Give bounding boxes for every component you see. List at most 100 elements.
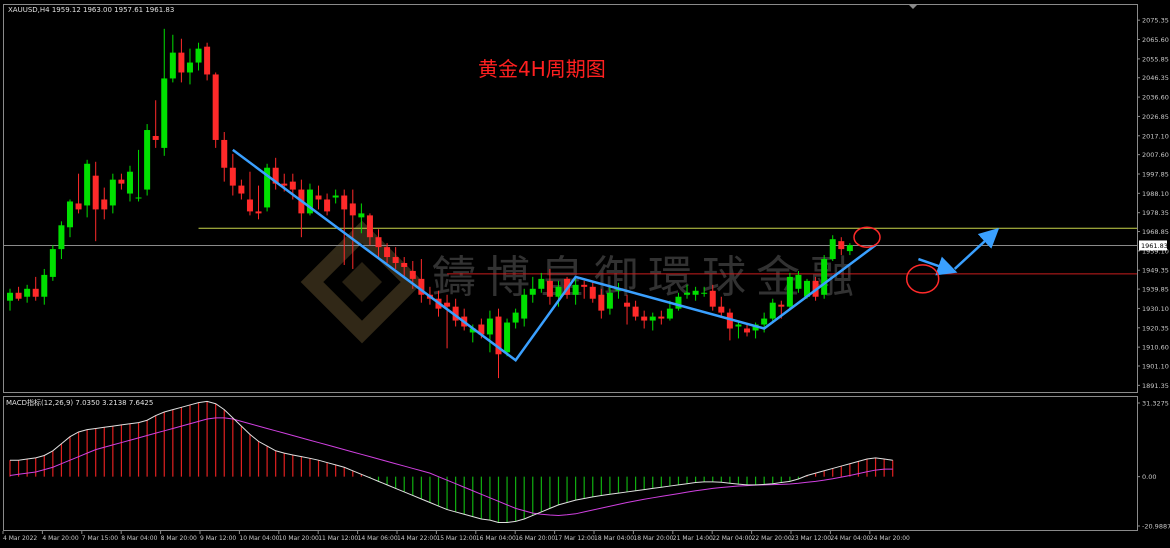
symbol-info: XAUUSD,H4 1959.12 1963.00 1957.61 1961.8… xyxy=(8,6,174,14)
candle-body xyxy=(709,290,716,307)
candle-body xyxy=(315,195,322,200)
candle-body xyxy=(144,130,151,190)
time-tick-label: 8 Mar 04:00 xyxy=(121,535,157,542)
candle-body xyxy=(444,302,451,307)
candle-body xyxy=(169,52,176,79)
candle-body xyxy=(255,211,262,214)
time-tick-label: 10 Mar 04:00 xyxy=(239,535,279,542)
macd-tick-label: -20.9887 xyxy=(1142,523,1170,531)
price-tick-label: 1978.35 xyxy=(1142,209,1169,217)
candle-body xyxy=(58,225,65,250)
candle-body xyxy=(204,46,211,75)
candle-body xyxy=(786,276,793,307)
candle-body xyxy=(118,179,125,184)
candle-body xyxy=(838,241,845,250)
candle-body xyxy=(221,139,228,168)
price-tick-label: 1997.85 xyxy=(1142,170,1169,178)
price-chart-svg[interactable]: 鑄博皇御環球金融 2075.352065.602055.852046.35203… xyxy=(0,0,1170,544)
macd-tick-label: 0.00 xyxy=(1142,473,1156,481)
time-tick-label: 24 Mar 04:00 xyxy=(830,535,870,542)
candle-body xyxy=(289,181,296,190)
candle-body xyxy=(229,167,236,186)
candle-body xyxy=(238,185,245,194)
price-tick-label: 2007.60 xyxy=(1142,151,1169,159)
candle-body xyxy=(624,302,631,307)
time-tick-label: 15 Mar 12:00 xyxy=(436,535,476,542)
macd-info: MACD指标(12,26,9) 7.0350 3.2138 7.6425 xyxy=(6,398,153,407)
time-tick-label: 18 Mar 04:00 xyxy=(594,535,634,542)
candle-body xyxy=(324,199,331,212)
candle-body xyxy=(32,288,39,297)
time-tick-label: 14 Mar 22:00 xyxy=(397,535,437,542)
candle-body xyxy=(92,175,99,210)
price-tick-label: 1920.35 xyxy=(1142,324,1169,332)
time-tick-label: 23 Mar 12:00 xyxy=(791,535,831,542)
candle-body xyxy=(384,247,391,258)
candle-body xyxy=(66,201,73,228)
chart-window[interactable]: 鑄博皇御環球金融 2075.35 2065.60 2055.85 2046.35 203… xyxy=(0,0,1170,544)
candle-body xyxy=(246,199,253,212)
time-tick-label: 9 Mar 12:00 xyxy=(200,535,236,542)
price-tick-label: 2036.60 xyxy=(1142,94,1169,102)
candle-body xyxy=(572,284,579,295)
candle-body xyxy=(744,328,751,333)
current-price-label: 1961.83 xyxy=(1141,242,1168,250)
candle-body xyxy=(392,257,399,263)
candle-body xyxy=(101,199,108,210)
candle-body xyxy=(24,288,31,297)
candle-body xyxy=(504,322,511,353)
time-tick-label: 11 Mar 12:00 xyxy=(318,535,358,542)
time-tick-label: 22 Mar 20:00 xyxy=(752,535,792,542)
candle-body xyxy=(598,294,605,311)
time-tick-label: 14 Mar 06:00 xyxy=(358,535,398,542)
candle-body xyxy=(555,286,562,297)
price-tick-label: 1930.10 xyxy=(1142,305,1169,313)
candle-body xyxy=(401,263,408,267)
time-tick-label: 22 Mar 04:00 xyxy=(712,535,752,542)
candle-body xyxy=(761,318,768,325)
candle-body xyxy=(366,215,373,238)
time-tick-label: 16 Mar 20:00 xyxy=(515,535,555,542)
time-tick-label: 17 Mar 12:00 xyxy=(555,535,595,542)
candle-body xyxy=(84,163,91,206)
price-tick-label: 2046.35 xyxy=(1142,74,1169,82)
candle-body xyxy=(692,290,699,295)
time-tick-label: 21 Mar 14:00 xyxy=(673,535,713,542)
candle-body xyxy=(546,280,553,297)
candle-body xyxy=(135,197,142,199)
candle-body xyxy=(15,292,22,299)
candle-body xyxy=(632,306,639,317)
candle-body xyxy=(409,270,416,279)
candle-body xyxy=(161,78,168,148)
candle-body xyxy=(684,292,691,295)
candle-body xyxy=(375,237,382,248)
candle-body xyxy=(718,306,725,313)
candle-body xyxy=(649,316,656,321)
candle-body xyxy=(178,52,185,73)
price-tick-label: 1901.10 xyxy=(1142,363,1169,371)
candle-body xyxy=(212,74,219,140)
candle-body xyxy=(341,195,348,210)
candle-body xyxy=(126,171,133,194)
time-tick-label: 18 Mar 20:00 xyxy=(633,535,673,542)
price-tick-label: 2017.10 xyxy=(1142,132,1169,140)
candle-body xyxy=(589,286,596,299)
candle-body xyxy=(735,324,742,327)
candle-body xyxy=(658,316,665,319)
candle-body xyxy=(606,292,613,309)
candle-body xyxy=(538,278,545,289)
price-tick-label: 1968.85 xyxy=(1142,228,1169,236)
candle-body xyxy=(41,274,48,297)
time-tick-label: 8 Mar 20:00 xyxy=(161,535,197,542)
candle-body xyxy=(529,288,536,295)
candle-body xyxy=(486,318,493,335)
candle-body xyxy=(666,308,673,319)
candle-body xyxy=(186,62,193,73)
candle-body xyxy=(778,304,785,307)
candle-body xyxy=(769,302,776,319)
price-tick-label: 1939.85 xyxy=(1142,286,1169,294)
price-tick-label: 1891.35 xyxy=(1142,382,1169,390)
time-tick-label: 4 Mar 20:00 xyxy=(42,535,78,542)
macd-tick-label: 31.3275 xyxy=(1142,400,1169,408)
time-tick-label: 7 Mar 15:00 xyxy=(82,535,118,542)
